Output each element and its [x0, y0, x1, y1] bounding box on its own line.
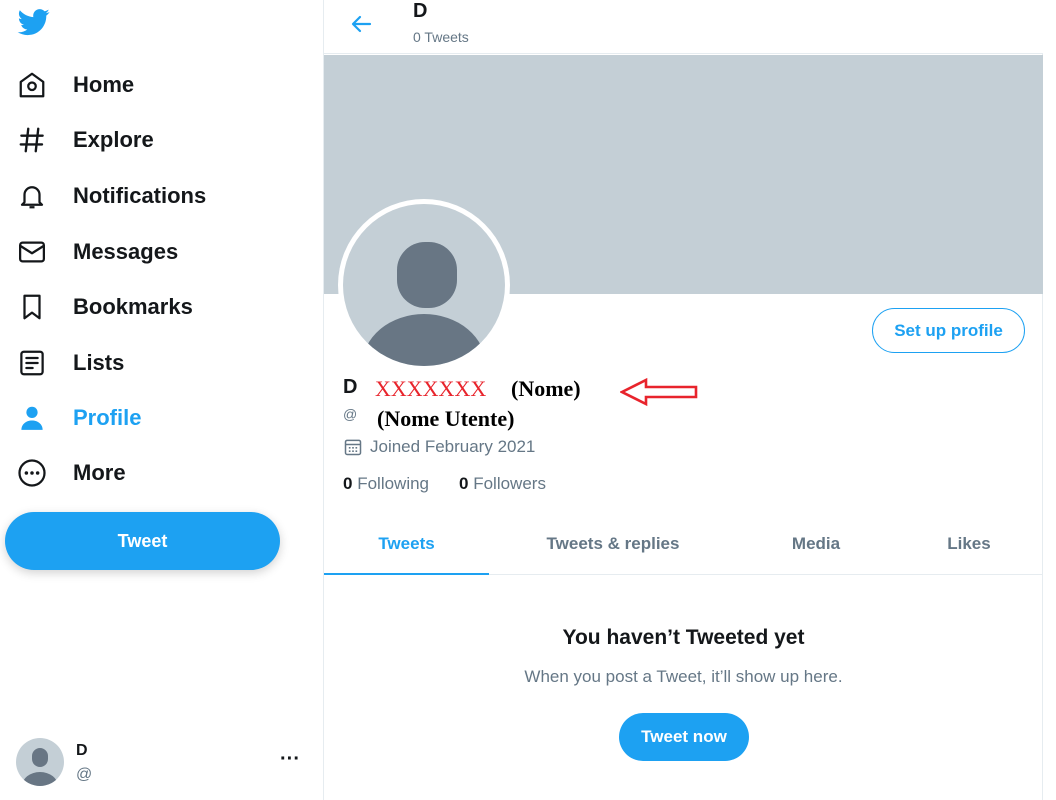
sidebar-item-label: Lists	[73, 350, 125, 375]
redaction-overlay: XXXXXXX	[375, 376, 487, 401]
profile-avatar[interactable]	[338, 199, 510, 371]
twitter-logo-icon[interactable]	[16, 6, 52, 38]
annotation-name-note: (Nome)	[511, 376, 581, 401]
list-icon	[16, 347, 48, 379]
followers-label: Followers	[473, 474, 546, 493]
sidebar-item-more[interactable]: More	[16, 453, 126, 493]
account-switcher[interactable]: D @ ···	[16, 736, 306, 790]
sidebar-item-label: Messages	[73, 239, 179, 264]
sidebar-item-label: Notifications	[73, 183, 207, 208]
joined-date: Joined February 2021	[343, 437, 535, 457]
sidebar-item-home[interactable]: Home	[16, 65, 134, 105]
following-count: 0	[343, 474, 353, 493]
annotation-handle-note: (Nome Utente)	[377, 406, 515, 431]
profile-tabs: Tweets Tweets & replies Media Likes	[324, 514, 1043, 575]
sidebar: Home Explore Notifications Messages Book…	[0, 0, 323, 800]
followers-link[interactable]: 0 Followers	[459, 474, 546, 494]
sidebar-item-label: Profile	[73, 405, 142, 430]
sidebar-item-label: Explore	[73, 127, 154, 152]
setup-profile-button[interactable]: Set up profile	[872, 308, 1025, 353]
sidebar-item-explore[interactable]: Explore	[16, 120, 154, 160]
tweet-button[interactable]: Tweet	[5, 512, 280, 570]
sidebar-item-label: More	[73, 460, 126, 485]
bookmark-icon	[16, 291, 48, 323]
bell-icon	[16, 180, 48, 212]
account-name: D	[76, 742, 88, 759]
following-link[interactable]: 0 Following	[343, 474, 429, 494]
sidebar-item-notifications[interactable]: Notifications	[16, 176, 206, 216]
empty-state-title: You haven’t Tweeted yet	[562, 626, 805, 649]
tab-tweets-replies[interactable]: Tweets & replies	[489, 514, 737, 574]
profile-handle: @	[343, 406, 358, 422]
sidebar-item-bookmarks[interactable]: Bookmarks	[16, 287, 193, 327]
followers-count: 0	[459, 474, 469, 493]
profile-name: D	[343, 376, 358, 398]
envelope-icon	[16, 236, 48, 268]
sidebar-item-label: Home	[73, 72, 135, 97]
profile-column: D 0 Tweets Set up profile D XXXXXXX (Nom…	[323, 0, 1043, 800]
person-icon	[16, 402, 48, 434]
sidebar-item-messages[interactable]: Messages	[16, 232, 178, 272]
back-arrow-icon[interactable]	[346, 8, 378, 40]
tweet-count: 0 Tweets	[413, 29, 469, 45]
empty-state-subtitle: When you post a Tweet, it’ll show up her…	[524, 667, 843, 686]
sidebar-item-profile[interactable]: Profile	[16, 398, 141, 438]
annotation-arrow-icon	[620, 377, 698, 407]
tab-media[interactable]: Media	[737, 514, 895, 574]
tab-likes[interactable]: Likes	[895, 514, 1043, 574]
page-title: D	[413, 0, 428, 22]
account-handle: @	[76, 766, 93, 783]
calendar-icon	[343, 437, 363, 457]
following-label: Following	[357, 474, 430, 493]
more-circle-icon	[16, 457, 48, 489]
joined-text: Joined February 2021	[370, 437, 536, 456]
profile-header: D 0 Tweets	[324, 0, 1043, 54]
tab-tweets[interactable]: Tweets	[324, 514, 489, 575]
hashtag-icon	[16, 124, 48, 156]
tweet-now-button[interactable]: Tweet now	[619, 713, 749, 761]
home-icon	[16, 69, 48, 101]
more-dots-icon[interactable]: ···	[278, 749, 302, 774]
sidebar-item-label: Bookmarks	[73, 294, 193, 319]
avatar	[16, 738, 64, 786]
sidebar-item-lists[interactable]: Lists	[16, 343, 124, 383]
